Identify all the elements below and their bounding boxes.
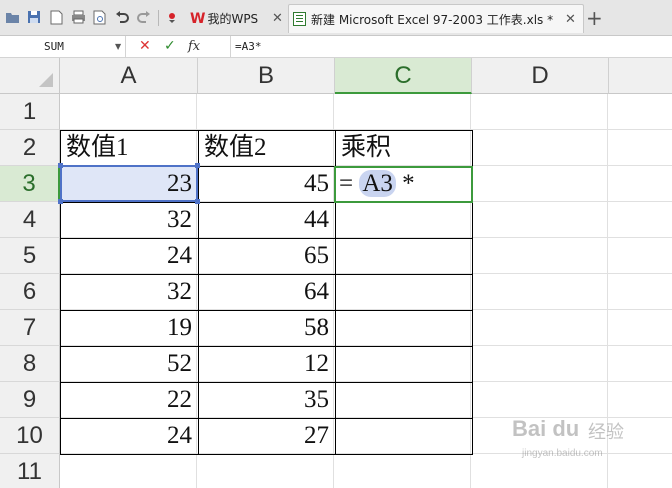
column-header-d[interactable]: D bbox=[472, 58, 609, 94]
tab-my-wps[interactable]: W 我的WPS ✕ bbox=[190, 4, 286, 33]
reference-handle[interactable] bbox=[58, 199, 63, 204]
cell-c2[interactable]: 乘积 bbox=[335, 130, 473, 167]
cell-c9[interactable] bbox=[335, 382, 473, 419]
new-tab-plus-icon[interactable]: + bbox=[586, 6, 603, 30]
row-header-11[interactable]: 11 bbox=[0, 454, 60, 488]
cell-b8[interactable]: 12 bbox=[198, 346, 336, 383]
row-header-4[interactable]: 4 bbox=[0, 202, 60, 238]
redo-icon[interactable] bbox=[136, 9, 152, 25]
tab-label: 我的WPS bbox=[207, 12, 259, 26]
close-icon[interactable]: ✕ bbox=[272, 11, 283, 26]
formula-reference-highlight bbox=[60, 165, 198, 202]
baidu-logo: Bai du bbox=[512, 416, 580, 441]
formula-operator: * bbox=[402, 170, 415, 197]
select-all-corner[interactable] bbox=[0, 58, 60, 94]
undo-icon[interactable] bbox=[114, 9, 130, 25]
cell-a10[interactable]: 24 bbox=[60, 418, 199, 455]
row-header-10[interactable]: 10 bbox=[0, 418, 60, 454]
column-header-c[interactable]: C bbox=[335, 58, 472, 94]
column-header-b[interactable]: B bbox=[198, 58, 335, 94]
cell-a5[interactable]: 24 bbox=[60, 238, 199, 275]
confirm-check-icon[interactable]: ✓ bbox=[164, 36, 176, 57]
cell-c10[interactable] bbox=[335, 418, 473, 455]
formula-reference-token: A3 bbox=[359, 170, 396, 197]
column-header-a[interactable]: A bbox=[60, 58, 198, 94]
toolbar-separator bbox=[158, 10, 159, 26]
cell-c6[interactable] bbox=[335, 274, 473, 311]
reference-handle[interactable] bbox=[195, 163, 200, 168]
save-icon[interactable] bbox=[26, 9, 42, 25]
row-header-7[interactable]: 7 bbox=[0, 310, 60, 346]
cancel-x-icon[interactable]: ✕ bbox=[139, 36, 151, 57]
cell-c5[interactable] bbox=[335, 238, 473, 275]
cell-c8[interactable] bbox=[335, 346, 473, 383]
cell-editor-c3[interactable]: = A3 * bbox=[334, 166, 473, 203]
formula-input[interactable]: =A3* bbox=[230, 36, 672, 57]
wps-logo-icon: W bbox=[190, 10, 206, 27]
cell-b3[interactable]: 45 bbox=[198, 166, 336, 203]
row-header-5[interactable]: 5 bbox=[0, 238, 60, 274]
name-box[interactable]: SUM bbox=[0, 36, 126, 57]
export-pdf-icon[interactable] bbox=[48, 9, 64, 25]
reference-handle[interactable] bbox=[58, 163, 63, 168]
cell-a2[interactable]: 数值1 bbox=[60, 130, 199, 167]
formula-bar: SUM ▼ ✕ ✓ fx =A3* bbox=[0, 36, 672, 58]
row-header-3[interactable]: 3 bbox=[0, 166, 60, 202]
open-folder-icon[interactable] bbox=[4, 9, 20, 25]
close-icon[interactable]: ✕ bbox=[565, 12, 576, 27]
cell-a6[interactable]: 32 bbox=[60, 274, 199, 311]
formula-equals: = bbox=[339, 170, 354, 197]
cell-a9[interactable]: 22 bbox=[60, 382, 199, 419]
cell-b5[interactable]: 65 bbox=[198, 238, 336, 275]
cell-b9[interactable]: 35 bbox=[198, 382, 336, 419]
print-icon[interactable] bbox=[70, 9, 86, 25]
tab-label: 新建 Microsoft Excel 97-2003 工作表.xls * bbox=[311, 12, 554, 27]
customize-toolbar-icon[interactable] bbox=[164, 9, 180, 25]
watermark-text: 经验 bbox=[588, 422, 624, 443]
watermark-url: jingyan.baidu.com bbox=[522, 448, 603, 459]
row-header-8[interactable]: 8 bbox=[0, 346, 60, 382]
title-bar: W 我的WPS ✕ 新建 Microsoft Excel 97-2003 工作表… bbox=[0, 0, 672, 36]
reference-handle[interactable] bbox=[195, 199, 200, 204]
cell-b10[interactable]: 27 bbox=[198, 418, 336, 455]
cell-b6[interactable]: 64 bbox=[198, 274, 336, 311]
cell-c7[interactable] bbox=[335, 310, 473, 347]
row-header-9[interactable]: 9 bbox=[0, 382, 60, 418]
cell-c4[interactable] bbox=[335, 202, 473, 239]
cell-b4[interactable]: 44 bbox=[198, 202, 336, 239]
print-preview-icon[interactable] bbox=[92, 9, 108, 25]
chevron-down-icon[interactable]: ▼ bbox=[115, 36, 121, 57]
insert-function-icon[interactable]: fx bbox=[188, 36, 200, 57]
cell-a4[interactable]: 32 bbox=[60, 202, 199, 239]
column-header-e[interactable] bbox=[609, 58, 672, 94]
cell-b2[interactable]: 数值2 bbox=[198, 130, 336, 167]
watermark: Bai du 经验 jingyan.baidu.com bbox=[512, 412, 662, 472]
spreadsheet-file-icon bbox=[293, 12, 306, 26]
tab-workbook[interactable]: 新建 Microsoft Excel 97-2003 工作表.xls * ✕ bbox=[288, 4, 584, 33]
cell-a7[interactable]: 19 bbox=[60, 310, 199, 347]
row-header-2[interactable]: 2 bbox=[0, 130, 60, 166]
cell-b7[interactable]: 58 bbox=[198, 310, 336, 347]
cell-a8[interactable]: 52 bbox=[60, 346, 199, 383]
row-header-1[interactable]: 1 bbox=[0, 94, 60, 130]
row-header-6[interactable]: 6 bbox=[0, 274, 60, 310]
